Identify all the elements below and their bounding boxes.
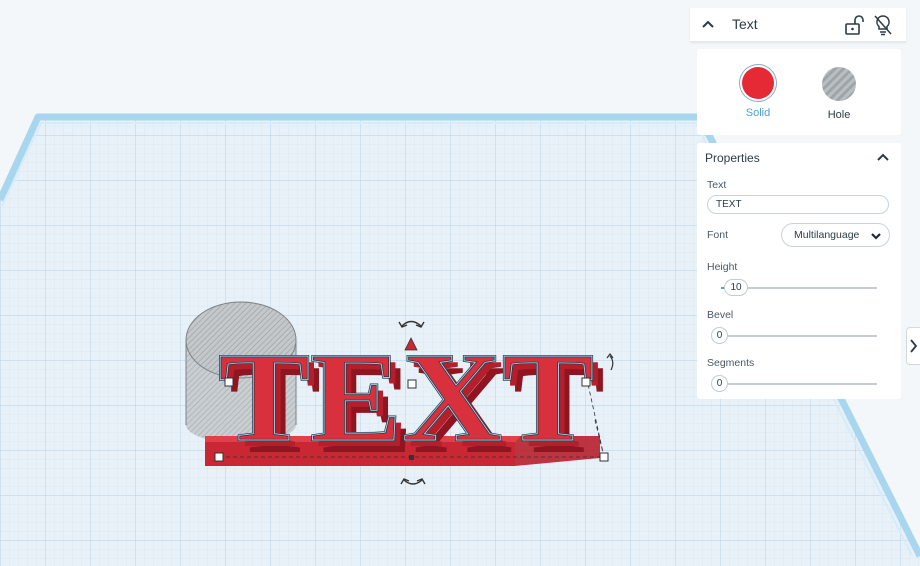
resize-handle-bottom-left[interactable] [214,452,224,462]
resize-handle-bottom-right[interactable] [599,452,609,462]
solid-swatch[interactable] [742,67,774,99]
text-label: Text [707,179,727,191]
hole-label: Hole [827,109,851,121]
center-handle[interactable] [409,455,414,460]
font-label: Font [707,229,729,241]
hole-swatch[interactable] [822,67,856,101]
font-select[interactable]: Multilanguage [781,223,890,247]
solid-option[interactable]: Solid [728,67,788,127]
segments-slider-thumb[interactable]: 0 [711,375,728,392]
font-select-value: Multilanguage [794,229,860,241]
resize-handle-top-left[interactable] [224,377,234,387]
bevel-slider-track[interactable] [711,335,877,337]
hole-option[interactable]: Hole [809,67,869,127]
inspector-title: Text [732,16,758,32]
properties-title: Properties [705,151,760,165]
bulb-off-icon[interactable] [872,13,894,37]
properties-panel: Properties Text Font Multilanguage Heigh… [697,143,901,399]
resize-handle-top-mid[interactable] [407,379,417,389]
chevron-up-icon[interactable] [875,149,891,165]
segments-slider-track[interactable] [711,383,877,385]
panel-collapse-tab[interactable] [906,327,920,365]
resize-handle-top-right[interactable] [581,377,591,387]
height-slider-thumb[interactable]: 10 [724,279,748,296]
chevron-down-icon [871,233,881,240]
bevel-label: Bevel [707,309,734,321]
segments-label: Segments [707,357,755,369]
lock-open-icon[interactable] [844,14,866,36]
material-picker: Solid Hole [697,49,901,135]
shape-inspector-header: Text [690,8,906,42]
height-label: Height [707,261,738,273]
solid-label: Solid [745,107,771,119]
text-input[interactable] [707,195,889,214]
chevron-right-icon [910,339,918,353]
bevel-slider-thumb[interactable]: 0 [711,327,728,344]
chevron-up-icon[interactable] [700,16,716,32]
